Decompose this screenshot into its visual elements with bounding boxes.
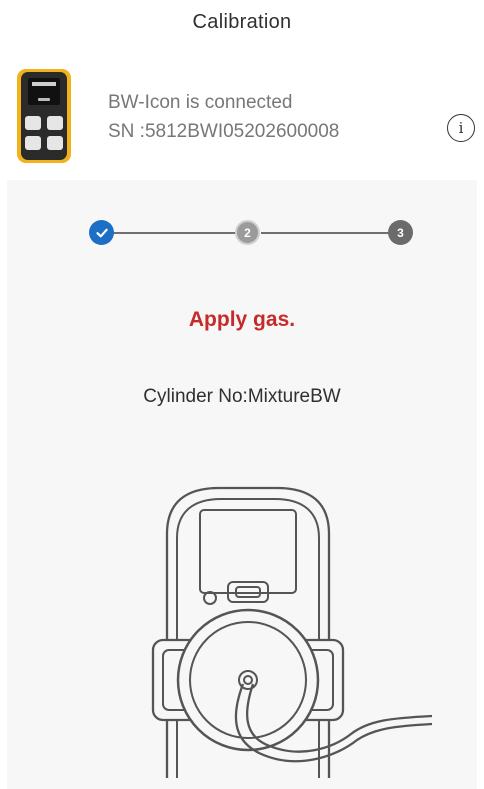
step-connector-1 [102,232,247,234]
calibration-screen: Calibration BW-Icon is connected SN :581… [0,0,484,789]
calibration-content: 2 3 Apply gas. Cylinder No:MixtureBW [7,180,477,789]
step-3-pending: 3 [388,220,413,245]
cylinder-number: Cylinder No:MixtureBW [143,386,341,407]
info-icon[interactable]: i [447,114,475,142]
step-2-active: 2 [235,220,260,245]
connection-status: BW-Icon is connected [108,92,293,113]
progress-stepper: 2 3 [7,180,477,290]
detector-with-cap-illustration [151,486,433,778]
check-icon [95,228,108,237]
info-icon-glyph: i [458,119,464,137]
device-card: BW-Icon is connected SN :5812BWI05202600… [0,56,484,178]
instruction-text: Apply gas. [188,308,296,331]
device-info: BW-Icon is connected SN :5812BWI05202600… [108,88,339,146]
step-connector-2 [261,232,397,234]
serial-number: SN :5812BWI05202600008 [108,121,340,142]
step-2-label: 2 [244,225,251,240]
step-3-label: 3 [397,225,404,240]
gas-detector-thumbnail [17,69,71,163]
step-1-completed [89,220,114,245]
page-title: Calibration [192,10,292,33]
